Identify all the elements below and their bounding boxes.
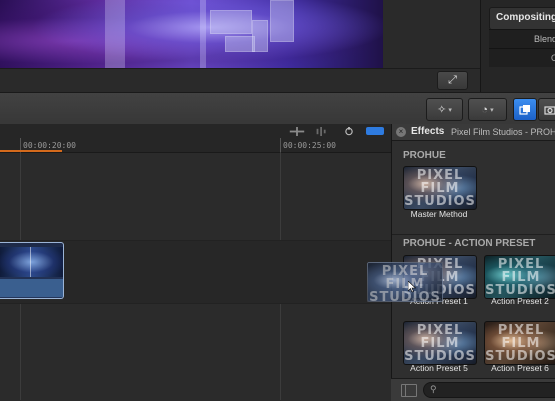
- retime-speedometer-icon: ◔: [481, 103, 489, 116]
- mouse-pointer-icon: [408, 281, 416, 293]
- pixel-film-studios-logo: PIXELFILMSTUDIOS: [404, 323, 476, 364]
- effect-thumbnail-action-preset-6[interactable]: PIXEL FILM STUDIOS: [484, 321, 555, 365]
- media-browser-toggle-button[interactable]: [513, 98, 537, 121]
- ruler-tick: [280, 138, 281, 152]
- retime-menu-button[interactable]: ◔ ▾: [468, 98, 507, 121]
- enhancements-menu-button[interactable]: ✧ ▾: [426, 98, 463, 121]
- magic-wand-icon: ✧: [437, 104, 447, 116]
- effect-label: Action Preset 2: [491, 296, 549, 306]
- effects-footer: ⚲: [391, 378, 555, 401]
- toolbar: ✧ ▾ ◔ ▾: [0, 92, 555, 126]
- fullscreen-button[interactable]: ⤢: [437, 71, 468, 90]
- effect-label: Action Preset 5: [410, 363, 468, 373]
- timecode-label: 00:00:25:00: [283, 141, 336, 150]
- video-preview[interactable]: [0, 0, 383, 68]
- viewer-divider: [0, 68, 480, 69]
- pixel-film-studios-logo: PIXELFILMSTUDIOS: [404, 168, 476, 209]
- effect-thumbnail-master-method[interactable]: PIXEL FILM STUDIOS: [403, 166, 477, 210]
- dragged-effect-thumbnail[interactable]: PIXEL FILM STUDIOS: [367, 262, 443, 302]
- video-shape: [210, 10, 252, 34]
- inspector-panel: Compositing Blend O: [480, 0, 555, 92]
- clip-filmstrip: [0, 247, 63, 277]
- pixel-film-studios-logo: PIXELFILMSTUDIOS: [369, 264, 441, 302]
- timeline-ruler[interactable]: 00:00:20:00 00:00:25:00: [0, 124, 391, 153]
- timecode-label: 00:00:20:00: [23, 141, 76, 150]
- pixel-film-studios-logo: PIXELFILMSTUDIOS: [485, 323, 555, 364]
- opacity-label: O: [550, 53, 555, 63]
- video-light-streak: [200, 0, 206, 68]
- inspector-row-blend[interactable]: Blend: [489, 29, 555, 48]
- video-clip[interactable]: [0, 242, 64, 299]
- effect-thumbnail-action-preset-5[interactable]: PIXEL FILM STUDIOS: [403, 321, 477, 365]
- clip-appearance-icon[interactable]: [366, 127, 384, 135]
- audio-skimming-icon[interactable]: [289, 127, 305, 136]
- layers-icon: [519, 104, 530, 115]
- effects-header: × Effects Pixel Film Studios - PROHUE: [392, 124, 555, 141]
- snapping-icon[interactable]: [343, 127, 355, 136]
- render-progress-bar: [0, 150, 62, 152]
- blend-mode-label: Blend: [533, 34, 555, 44]
- section-label-prohue: PROHUE: [403, 150, 446, 161]
- video-shape: [225, 36, 255, 52]
- effect-label: Action Preset 6: [491, 363, 549, 373]
- close-icon[interactable]: ×: [396, 127, 406, 137]
- chevron-down-icon: ▾: [448, 106, 452, 114]
- chevron-down-icon: ▾: [490, 106, 494, 114]
- effect-label: Master Method: [410, 209, 468, 219]
- timeline-panel[interactable]: 00:00:20:00 00:00:25:00: [0, 124, 391, 400]
- clip-frame-divider: [30, 247, 31, 277]
- video-light-streak: [105, 0, 125, 68]
- section-label-action-preset: PROHUE - ACTION PRESET: [403, 238, 536, 249]
- solo-icon[interactable]: [314, 127, 330, 136]
- video-shape: [270, 0, 294, 42]
- video-shape: [252, 20, 268, 52]
- effect-thumbnail-action-preset-2[interactable]: PIXEL FILM STUDIOS: [484, 255, 555, 299]
- effects-search-input[interactable]: ⚲: [423, 382, 555, 398]
- viewer-panel: ⤢: [0, 0, 480, 92]
- pixel-film-studios-logo: PIXELFILMSTUDIOS: [485, 257, 555, 298]
- camera-browser-button[interactable]: [538, 98, 555, 121]
- expand-arrows-icon: ⤢: [448, 74, 457, 86]
- camera-icon: [544, 105, 555, 115]
- effects-title: Effects: [411, 126, 445, 137]
- inspector-section-title: Compositing: [496, 12, 555, 23]
- section-divider: [392, 234, 555, 235]
- search-icon: ⚲: [430, 384, 437, 394]
- sidebar-toggle-icon[interactable]: [401, 384, 417, 397]
- inspector-row-opacity[interactable]: O: [489, 48, 555, 67]
- effects-category-path: Pixel Film Studios - PROHUE: [451, 127, 555, 137]
- inspector-section-header[interactable]: Compositing: [489, 7, 555, 30]
- clip-audio-waveform: [0, 279, 63, 297]
